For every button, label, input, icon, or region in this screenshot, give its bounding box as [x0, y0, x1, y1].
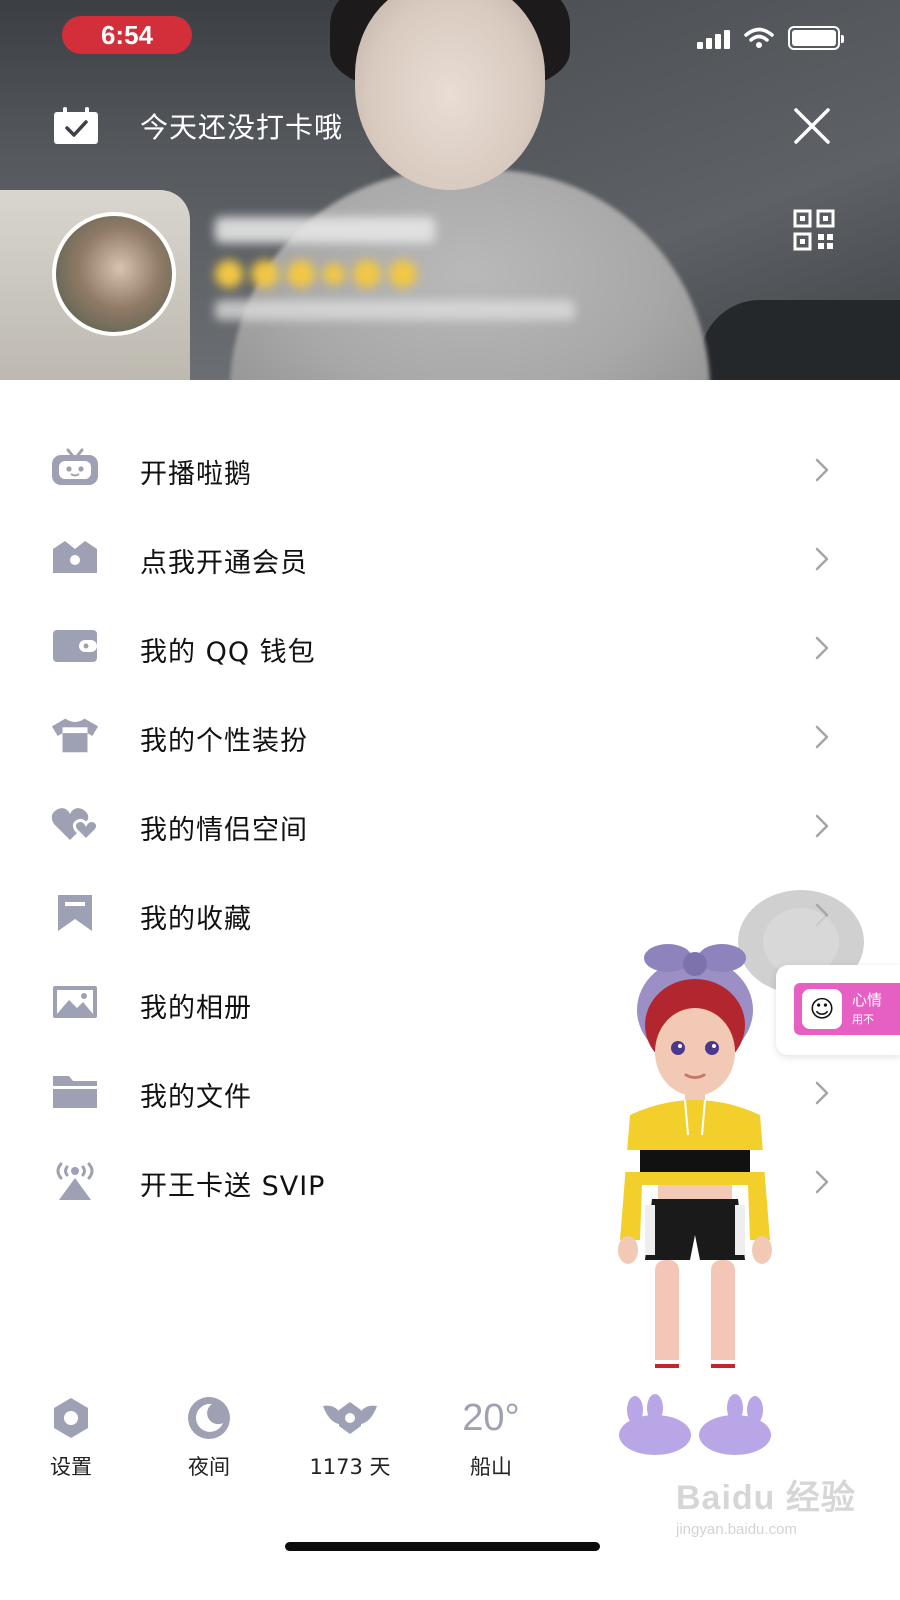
menu-item-label: 开播啦鹅 [140, 459, 252, 490]
chevron-right-icon [815, 814, 829, 838]
days-label: 1173 天 [309, 1455, 391, 1479]
hearts-icon [50, 802, 100, 846]
shirt-icon [50, 713, 100, 757]
mood-card-title: 心情 [852, 991, 883, 1009]
menu-item-couple-space[interactable]: 我的情侣空间 [0, 782, 900, 871]
signature-blurred [215, 300, 575, 320]
status-icons [697, 26, 844, 50]
winged-badge-icon [295, 1395, 405, 1441]
menu-item-vip[interactable]: 点我开通会员 [0, 515, 900, 604]
broadcast-icon [50, 1158, 100, 1202]
emoji-face-icon: ☺ [802, 989, 842, 1029]
status-time: 6:54 [62, 16, 192, 54]
menu-item-theme[interactable]: 我的个性装扮 [0, 693, 900, 782]
chevron-right-icon [815, 458, 829, 482]
drawer-bottom-bar: 设置 夜间 1173 天 20° 船山 [0, 1395, 600, 1485]
3d-avatar-character[interactable] [600, 940, 790, 1470]
menu-item-label: 点我开通会员 [140, 548, 308, 579]
watermark-main: Baidu 经验 [676, 1479, 856, 1517]
close-icon[interactable] [790, 104, 834, 148]
days-counter[interactable]: 1173 天 [295, 1395, 405, 1481]
moon-icon [154, 1395, 264, 1441]
chevron-right-icon [815, 547, 829, 571]
avatar[interactable] [52, 212, 176, 336]
picture-icon [50, 980, 100, 1024]
menu-item-label: 我的 QQ 钱包 [140, 637, 316, 668]
header-background-car-dark [700, 300, 900, 380]
chevron-right-icon [815, 1081, 829, 1105]
baidu-watermark: Baidu 经验 jingyan.baidu.com [676, 1470, 876, 1538]
settings-button[interactable]: 设置 [16, 1395, 126, 1481]
bookmark-icon [50, 891, 100, 935]
night-mode-button[interactable]: 夜间 [154, 1395, 264, 1481]
profile-info-blurred[interactable] [175, 205, 595, 330]
menu-item-label: 我的文件 [140, 1082, 252, 1113]
menu-item-wallet[interactable]: 我的 QQ 钱包 [0, 604, 900, 693]
watermark-sub: jingyan.baidu.com [676, 1521, 797, 1538]
settings-label: 设置 [50, 1455, 92, 1479]
qr-code-icon[interactable] [792, 208, 836, 252]
profile-header: 6:54 今天还没打卡哦 [0, 0, 900, 380]
menu-item-label: 我的收藏 [140, 904, 252, 935]
menu-item-label: 开王卡送 SVIP [140, 1171, 326, 1202]
menu-item-label: 我的情侣空间 [140, 815, 308, 846]
gear-icon [16, 1395, 126, 1441]
wallet-icon [50, 624, 100, 668]
weather-widget[interactable]: 20° 船山 [436, 1395, 546, 1481]
tv-penguin-icon [50, 446, 100, 490]
menu-item-live[interactable]: 开播啦鹅 [0, 426, 900, 515]
menu-item-label: 我的个性装扮 [140, 726, 308, 757]
nickname-blurred [215, 217, 435, 243]
chevron-right-icon [815, 636, 829, 660]
calendar-check-icon[interactable] [52, 106, 100, 146]
mood-banner: ☺ 心情 用不 [794, 983, 900, 1035]
weather-city: 船山 [470, 1455, 512, 1479]
chevron-right-icon [815, 725, 829, 749]
menu-item-label: 我的相册 [140, 993, 252, 1024]
home-indicator[interactable] [285, 1542, 600, 1551]
night-mode-label: 夜间 [188, 1455, 230, 1479]
mood-side-card[interactable]: ☺ 心情 用不 [776, 965, 900, 1055]
battery-icon [788, 26, 844, 50]
crown-icon [50, 535, 100, 579]
weather-temperature: 20° [462, 1397, 520, 1439]
wifi-icon [744, 27, 774, 48]
signal-icon [697, 27, 730, 49]
chevron-right-icon [815, 1170, 829, 1194]
level-badges-blurred [215, 260, 417, 288]
mood-card-subtitle: 用不 [852, 1013, 874, 1026]
folder-icon [50, 1069, 100, 1113]
checkin-prompt[interactable]: 今天还没打卡哦 [140, 106, 343, 146]
